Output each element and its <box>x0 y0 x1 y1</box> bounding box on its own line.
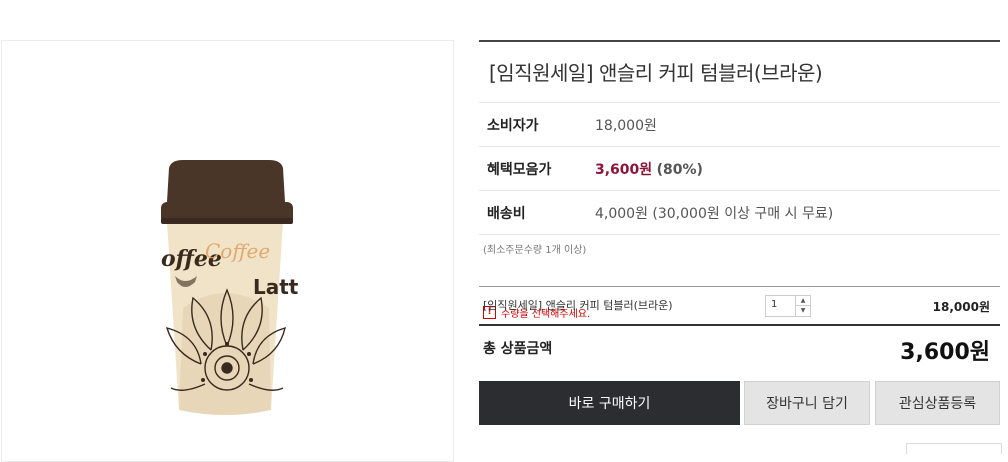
retail-price-row: 소비자가 18,000원 <box>479 102 1000 147</box>
image-text-3: Latt <box>253 275 299 299</box>
retail-price-label: 소비자가 <box>487 118 539 134</box>
retail-price-value: 18,000원 <box>595 118 657 134</box>
product-title: [임직원세일] 앤슬리 커피 텀블러(브라운) <box>489 61 823 85</box>
shipping-row: 배송비 4,000원 (30,000원 이상 구매 시 무료) <box>479 190 1000 235</box>
add-to-cart-button[interactable]: 장바구니 담기 <box>744 381 870 425</box>
partial-element <box>906 443 1002 454</box>
sale-price-label: 혜택모음가 <box>487 162 552 178</box>
quantity-down-icon[interactable]: ▼ <box>796 306 810 316</box>
quantity-up-icon[interactable]: ▲ <box>796 296 810 306</box>
quantity-input[interactable]: 1 <box>771 299 777 310</box>
selected-option-row: [임직원세일] 앤슬리 커피 텀블러(브라운) 1 ▲ ▼ 18,000원 <box>479 286 1000 325</box>
total-label: 총 상품금액 <box>483 341 553 357</box>
total-value: 3,600원 <box>900 340 990 365</box>
sale-price-row: 혜택모음가 3,600원 (80%) <box>479 146 1000 191</box>
sale-rate: (80%) <box>656 162 703 178</box>
wishlist-button[interactable]: 관심상품등록 <box>875 381 1000 425</box>
sale-price-value: 3,600원 <box>595 162 653 178</box>
buy-now-button[interactable]: 바로 구매하기 <box>479 381 740 425</box>
shipping-value: 4,000원 (30,000원 이상 구매 시 무료) <box>595 206 834 222</box>
shipping-label: 배송비 <box>487 206 526 222</box>
option-name: [임직원세일] 앤슬리 커피 텀블러(브라운) <box>483 299 673 312</box>
image-text-2: Coffee <box>205 239 270 263</box>
product-info: [임직원세일] 앤슬리 커피 텀블러(브라운) 소비자가 18,000원 혜택모… <box>479 40 1000 425</box>
sale-price-box: 3,600원 (80%) <box>595 159 703 179</box>
total-row: 총 상품금액 3,600원 <box>479 324 1000 370</box>
product-image[interactable]: offee Coffee Latt <box>157 158 299 418</box>
quantity-stepper[interactable]: 1 ▲ ▼ <box>765 295 811 317</box>
min-order-note: (최소주문수량 1개 이상) <box>483 245 587 256</box>
product-image-box: offee Coffee Latt <box>1 40 454 462</box>
option-price: 18,000원 <box>932 300 990 314</box>
title-row: [임직원세일] 앤슬리 커피 텀블러(브라운) <box>479 40 1000 103</box>
quantity-buttons: ▲ ▼ <box>795 296 810 316</box>
